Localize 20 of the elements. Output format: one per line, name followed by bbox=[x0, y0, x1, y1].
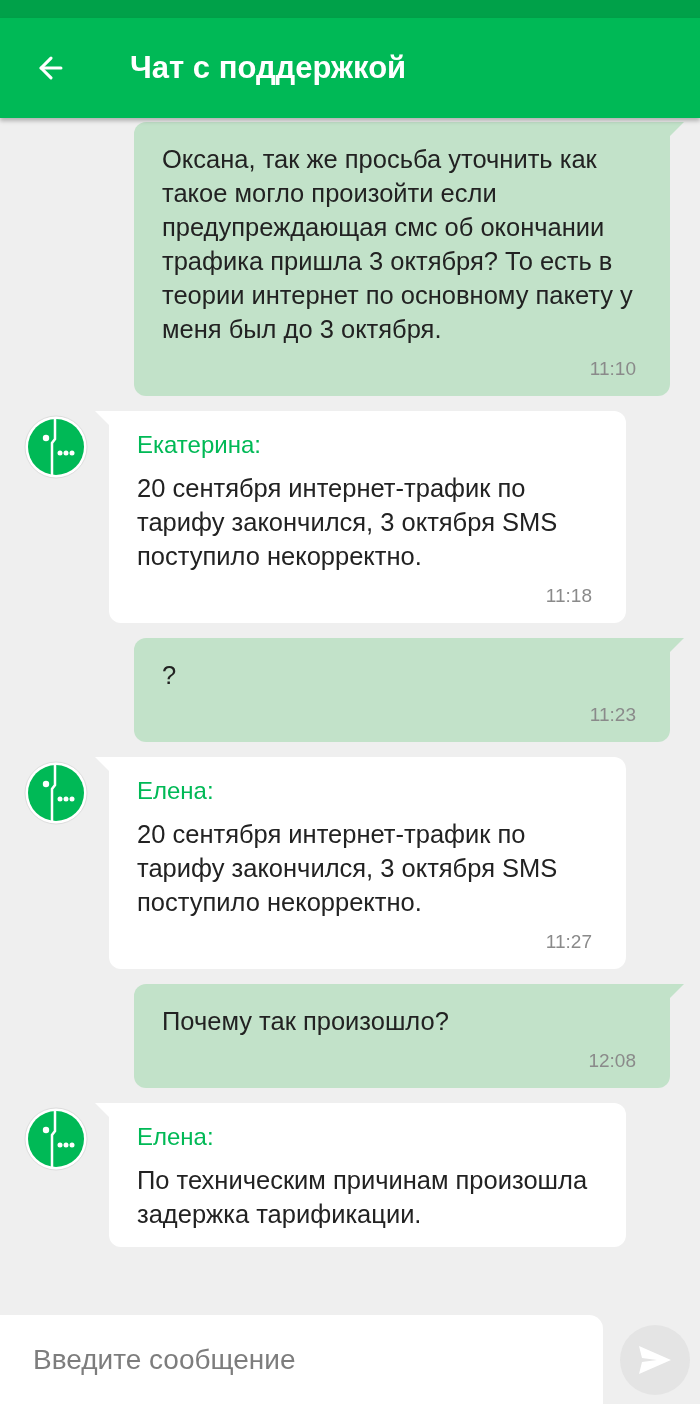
message-text: Оксана, так же просьба уточнить как такое могло произойти если предупреждающая смс об окончании трафика пришла 3 октября? То есть в теории интернет по основному пакету у меня был до 3 октября. bbox=[162, 144, 634, 345]
message-text: Почему так произошло? bbox=[162, 1006, 450, 1037]
chat-title: Чат с поддержкой bbox=[130, 50, 407, 86]
message-text: 20 сентября интернет-трафик по тарифу закончился, 3 октября SMS поступило некорректно. bbox=[137, 819, 559, 918]
send-icon bbox=[639, 1345, 671, 1374]
message-text: 20 сентября интернет-трафик по тарифу закончился, 3 октября SMS поступило некорректно. bbox=[137, 473, 559, 572]
message-time: 11:27 bbox=[545, 931, 592, 953]
message-text: По техническим причинам произошла задержка тарификации. bbox=[137, 1165, 589, 1230]
sender-name: Екатерина: bbox=[137, 431, 261, 459]
message-time: 11:23 bbox=[589, 704, 636, 726]
sender-name: Елена: bbox=[137, 1123, 214, 1151]
message-time: 11:10 bbox=[589, 358, 636, 380]
message-input-field[interactable]: Введите сообщение bbox=[0, 1315, 603, 1404]
avatar-icon bbox=[24, 761, 88, 825]
message-text: ? bbox=[162, 660, 178, 691]
avatar-icon bbox=[24, 1107, 88, 1171]
sender-name: Елена: bbox=[137, 777, 214, 805]
message-time: 11:18 bbox=[545, 585, 592, 607]
message-time: 12:08 bbox=[588, 1050, 636, 1072]
avatar-icon bbox=[24, 415, 88, 479]
